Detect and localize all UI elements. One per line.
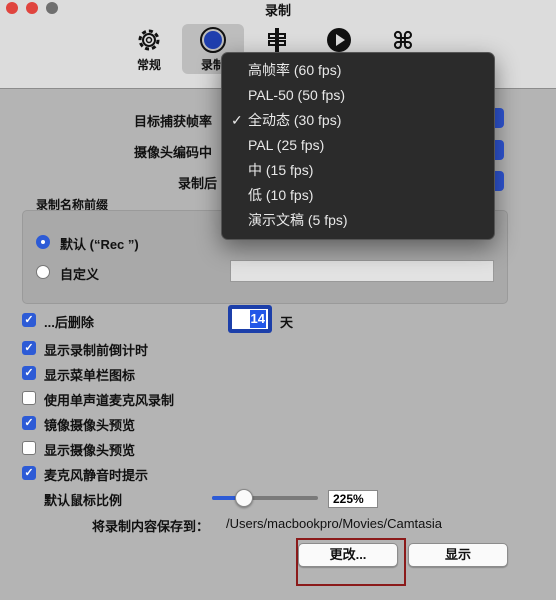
default-prefix-radio[interactable] xyxy=(36,235,50,249)
mirror-camera-checkbox[interactable]: ✓ xyxy=(22,416,36,430)
record-circle-icon xyxy=(200,27,226,53)
fps-menu-item-label: PAL (25 fps) xyxy=(248,137,325,153)
fps-menu-item-selected[interactable]: ✓ 全动态 (30 fps) xyxy=(222,108,494,133)
fps-menu-item-label: 全动态 (30 fps) xyxy=(248,112,342,128)
custom-prefix-radio[interactable] xyxy=(36,265,50,279)
delete-after-label: ...后删除 xyxy=(44,315,94,330)
window-title: 录制 xyxy=(264,3,291,18)
fps-dropdown-menu: 高帧率 (60 fps) PAL-50 (50 fps) ✓ 全动态 (30 fp… xyxy=(221,52,495,240)
fps-menu-item-label: PAL-50 (50 fps) xyxy=(248,87,346,103)
tab-general[interactable]: 常规 xyxy=(118,24,180,74)
fps-menu-item-label: 中 (15 fps) xyxy=(248,162,314,178)
countdown-checkbox[interactable]: ✓ xyxy=(22,341,36,355)
camera-preview-label: 显示摄像头预览 xyxy=(44,443,136,458)
delete-after-days-field[interactable]: 14 xyxy=(232,309,268,329)
custom-prefix-label: 自定义 xyxy=(60,267,100,282)
fps-menu-item-label: 演示文稿 (5 fps) xyxy=(248,212,348,228)
change-location-button[interactable]: 更改... xyxy=(298,543,398,567)
checkmark-icon: ✓ xyxy=(231,112,243,128)
codec-label: 摄像头编码中 xyxy=(134,145,213,160)
fps-menu-item-label: 低 (10 fps) xyxy=(248,187,314,203)
custom-prefix-input[interactable] xyxy=(230,260,494,282)
mic-muted-alert-label: 麦克风静音时提示 xyxy=(44,468,149,483)
tab-general-label: 常规 xyxy=(136,58,161,72)
menubar-icon-checkbox[interactable]: ✓ xyxy=(22,366,36,380)
fps-menu-item[interactable]: PAL-50 (50 fps) xyxy=(222,83,494,108)
fps-menu-item-label: 高帧率 (60 fps) xyxy=(248,62,342,78)
mirror-camera-label: 镜像摄像头预览 xyxy=(44,418,136,433)
countdown-label: 显示录制前倒计时 xyxy=(44,343,149,358)
command-key-icon: ⌘ xyxy=(392,27,414,54)
gear-icon xyxy=(138,29,160,51)
after-recording-label: 录制后 xyxy=(178,176,218,191)
mono-mic-checkbox[interactable] xyxy=(22,391,36,405)
play-icon xyxy=(327,28,351,52)
mic-muted-alert-checkbox[interactable]: ✓ xyxy=(22,466,36,480)
svg-text:⌘: ⌘ xyxy=(392,27,414,54)
fps-menu-item[interactable]: 中 (15 fps) xyxy=(222,158,494,183)
fps-menu-item[interactable]: 低 (10 fps) xyxy=(222,183,494,208)
fps-menu-item[interactable]: 演示文稿 (5 fps) xyxy=(222,208,494,233)
show-location-button[interactable]: 显示 xyxy=(408,543,508,567)
fps-menu-item[interactable]: 高帧率 (60 fps) xyxy=(222,58,494,83)
default-prefix-label: 默认 (“Rec ”) xyxy=(60,237,139,252)
menubar-icon-label: 显示菜单栏图标 xyxy=(44,368,136,383)
cursor-scale-value-field[interactable]: 225% xyxy=(328,490,378,508)
cursor-scale-slider-knob[interactable] xyxy=(234,489,253,507)
fps-label: 目标捕获帧率 xyxy=(134,114,213,129)
save-to-label: 将录制内容保存到： xyxy=(92,519,210,534)
mono-mic-label: 使用单声道麦克风录制 xyxy=(44,393,175,408)
save-path-text: /Users/macbookpro/Movies/Camtasia xyxy=(226,516,443,531)
cursor-scale-label: 默认鼠标比例 xyxy=(44,493,123,508)
days-unit-label: 天 xyxy=(280,315,294,330)
delete-after-checkbox[interactable]: ✓ xyxy=(22,313,36,327)
fps-menu-item[interactable]: PAL (25 fps) xyxy=(222,133,494,158)
signpost-icon xyxy=(268,28,286,52)
camera-preview-checkbox[interactable] xyxy=(22,441,36,455)
delete-after-days-value: 14 xyxy=(249,310,266,328)
